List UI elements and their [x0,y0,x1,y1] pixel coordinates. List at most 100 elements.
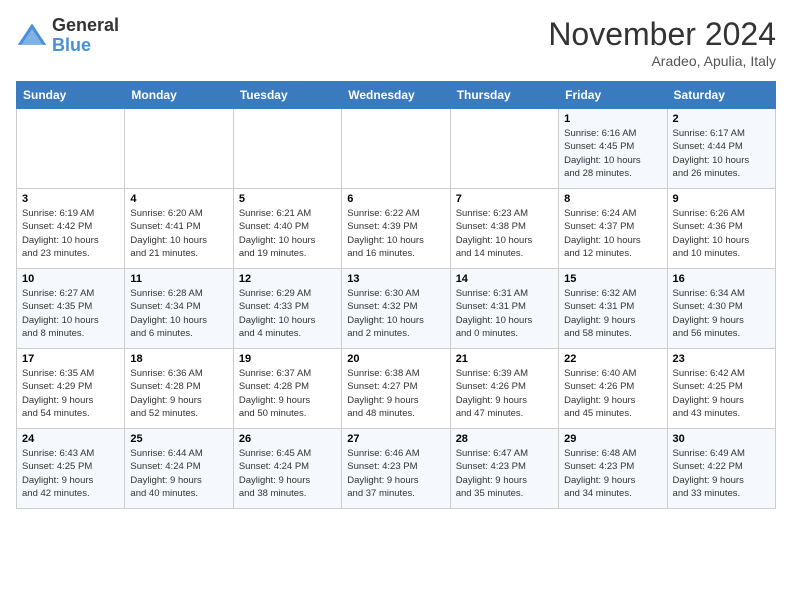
day-number: 3 [22,193,119,205]
calendar-cell: 30 Sunrise: 6:49 AM Sunset: 4:22 PM Dayli… [667,429,775,509]
day-info: Sunrise: 6:29 AM Sunset: 4:33 PM Dayligh… [239,287,336,340]
day-number: 24 [22,433,119,445]
calendar-cell: 14 Sunrise: 6:31 AM Sunset: 4:31 PM Dayli… [450,269,558,349]
day-number: 9 [673,193,770,205]
day-info: Sunrise: 6:28 AM Sunset: 4:34 PM Dayligh… [130,287,227,340]
calendar-cell: 7Sunrise: 6:23 AM Sunset: 4:38 PM Daylig… [450,189,558,269]
weekday-header: Sunday [17,82,125,109]
day-number: 18 [130,353,227,365]
day-number: 20 [347,353,444,365]
calendar-cell: 21 Sunrise: 6:39 AM Sunset: 4:26 PM Dayli… [450,349,558,429]
calendar-cell: 11 Sunrise: 6:28 AM Sunset: 4:34 PM Dayli… [125,269,233,349]
day-info: Sunrise: 6:31 AM Sunset: 4:31 PM Dayligh… [456,287,553,340]
day-info: Sunrise: 6:38 AM Sunset: 4:27 PM Dayligh… [347,367,444,420]
calendar-cell: 13 Sunrise: 6:30 AM Sunset: 4:32 PM Dayli… [342,269,450,349]
calendar-cell: 2 Sunrise: 6:17 AM Sunset: 4:44 PM Daylig… [667,109,775,189]
calendar-cell: 17 Sunrise: 6:35 AM Sunset: 4:29 PM Dayli… [17,349,125,429]
calendar-cell [233,109,341,189]
day-info: Sunrise: 6:27 AM Sunset: 4:35 PM Dayligh… [22,287,119,340]
day-number: 11 [130,273,227,285]
day-info: Sunrise: 6:30 AM Sunset: 4:32 PM Dayligh… [347,287,444,340]
day-number: 13 [347,273,444,285]
day-number: 1 [564,113,661,125]
calendar-cell: 3Sunrise: 6:19 AM Sunset: 4:42 PM Daylig… [17,189,125,269]
weekday-header: Friday [559,82,667,109]
calendar-table: SundayMondayTuesdayWednesdayThursdayFrid… [16,81,776,509]
calendar-cell: 22 Sunrise: 6:40 AM Sunset: 4:26 PM Dayli… [559,349,667,429]
day-info: Sunrise: 6:46 AM Sunset: 4:23 PM Dayligh… [347,447,444,500]
day-info: Sunrise: 6:44 AM Sunset: 4:24 PM Dayligh… [130,447,227,500]
day-info: Sunrise: 6:21 AM Sunset: 4:40 PM Dayligh… [239,207,336,260]
day-info: Sunrise: 6:32 AM Sunset: 4:31 PM Dayligh… [564,287,661,340]
day-info: Sunrise: 6:26 AM Sunset: 4:36 PM Dayligh… [673,207,770,260]
calendar-cell: 25 Sunrise: 6:44 AM Sunset: 4:24 PM Dayli… [125,429,233,509]
weekday-header: Monday [125,82,233,109]
day-number: 29 [564,433,661,445]
day-number: 25 [130,433,227,445]
logo-text: General Blue [52,16,119,56]
calendar-body: 1 Sunrise: 6:16 AM Sunset: 4:45 PM Daylig… [17,109,776,509]
day-number: 4 [130,193,227,205]
day-info: Sunrise: 6:24 AM Sunset: 4:37 PM Dayligh… [564,207,661,260]
page-header: General Blue November 2024 Aradeo, Apuli… [16,16,776,69]
calendar-cell: 6 Sunrise: 6:22 AM Sunset: 4:39 PM Daylig… [342,189,450,269]
calendar-header: SundayMondayTuesdayWednesdayThursdayFrid… [17,82,776,109]
day-info: Sunrise: 6:48 AM Sunset: 4:23 PM Dayligh… [564,447,661,500]
day-number: 22 [564,353,661,365]
day-info: Sunrise: 6:23 AM Sunset: 4:38 PM Dayligh… [456,207,553,260]
logo-icon [16,20,48,52]
day-info: Sunrise: 6:39 AM Sunset: 4:26 PM Dayligh… [456,367,553,420]
day-number: 17 [22,353,119,365]
calendar-cell: 5 Sunrise: 6:21 AM Sunset: 4:40 PM Daylig… [233,189,341,269]
day-info: Sunrise: 6:17 AM Sunset: 4:44 PM Dayligh… [673,127,770,180]
day-number: 5 [239,193,336,205]
day-info: Sunrise: 6:22 AM Sunset: 4:39 PM Dayligh… [347,207,444,260]
day-number: 8 [564,193,661,205]
logo: General Blue [16,16,119,56]
day-info: Sunrise: 6:47 AM Sunset: 4:23 PM Dayligh… [456,447,553,500]
calendar-cell: 16Sunrise: 6:34 AM Sunset: 4:30 PM Dayli… [667,269,775,349]
calendar-cell [17,109,125,189]
weekday-header: Saturday [667,82,775,109]
calendar-cell: 26Sunrise: 6:45 AM Sunset: 4:24 PM Dayli… [233,429,341,509]
location: Aradeo, Apulia, Italy [548,53,776,69]
calendar-cell: 18 Sunrise: 6:36 AM Sunset: 4:28 PM Dayli… [125,349,233,429]
day-info: Sunrise: 6:20 AM Sunset: 4:41 PM Dayligh… [130,207,227,260]
calendar-cell [342,109,450,189]
day-info: Sunrise: 6:35 AM Sunset: 4:29 PM Dayligh… [22,367,119,420]
day-number: 27 [347,433,444,445]
day-number: 23 [673,353,770,365]
day-info: Sunrise: 6:45 AM Sunset: 4:24 PM Dayligh… [239,447,336,500]
calendar-cell: 10 Sunrise: 6:27 AM Sunset: 4:35 PM Dayli… [17,269,125,349]
calendar-cell: 27 Sunrise: 6:46 AM Sunset: 4:23 PM Dayli… [342,429,450,509]
calendar-cell: 12Sunrise: 6:29 AM Sunset: 4:33 PM Dayli… [233,269,341,349]
weekday-header: Wednesday [342,82,450,109]
calendar-cell: 29 Sunrise: 6:48 AM Sunset: 4:23 PM Dayli… [559,429,667,509]
day-info: Sunrise: 6:49 AM Sunset: 4:22 PM Dayligh… [673,447,770,500]
calendar-cell: 9 Sunrise: 6:26 AM Sunset: 4:36 PM Daylig… [667,189,775,269]
day-info: Sunrise: 6:37 AM Sunset: 4:28 PM Dayligh… [239,367,336,420]
day-info: Sunrise: 6:36 AM Sunset: 4:28 PM Dayligh… [130,367,227,420]
calendar-cell: 20 Sunrise: 6:38 AM Sunset: 4:27 PM Dayli… [342,349,450,429]
day-info: Sunrise: 6:16 AM Sunset: 4:45 PM Dayligh… [564,127,661,180]
weekday-header: Tuesday [233,82,341,109]
day-number: 10 [22,273,119,285]
day-number: 6 [347,193,444,205]
day-info: Sunrise: 6:40 AM Sunset: 4:26 PM Dayligh… [564,367,661,420]
calendar-cell: 19 Sunrise: 6:37 AM Sunset: 4:28 PM Dayli… [233,349,341,429]
day-number: 21 [456,353,553,365]
calendar-cell: 28Sunrise: 6:47 AM Sunset: 4:23 PM Dayli… [450,429,558,509]
calendar-cell: 4 Sunrise: 6:20 AM Sunset: 4:41 PM Daylig… [125,189,233,269]
day-number: 30 [673,433,770,445]
day-info: Sunrise: 6:34 AM Sunset: 4:30 PM Dayligh… [673,287,770,340]
weekday-header: Thursday [450,82,558,109]
day-number: 19 [239,353,336,365]
day-number: 2 [673,113,770,125]
title-block: November 2024 Aradeo, Apulia, Italy [548,16,776,69]
day-info: Sunrise: 6:42 AM Sunset: 4:25 PM Dayligh… [673,367,770,420]
calendar-cell [125,109,233,189]
month-title: November 2024 [548,16,776,53]
calendar-cell: 8 Sunrise: 6:24 AM Sunset: 4:37 PM Daylig… [559,189,667,269]
day-info: Sunrise: 6:43 AM Sunset: 4:25 PM Dayligh… [22,447,119,500]
day-number: 14 [456,273,553,285]
